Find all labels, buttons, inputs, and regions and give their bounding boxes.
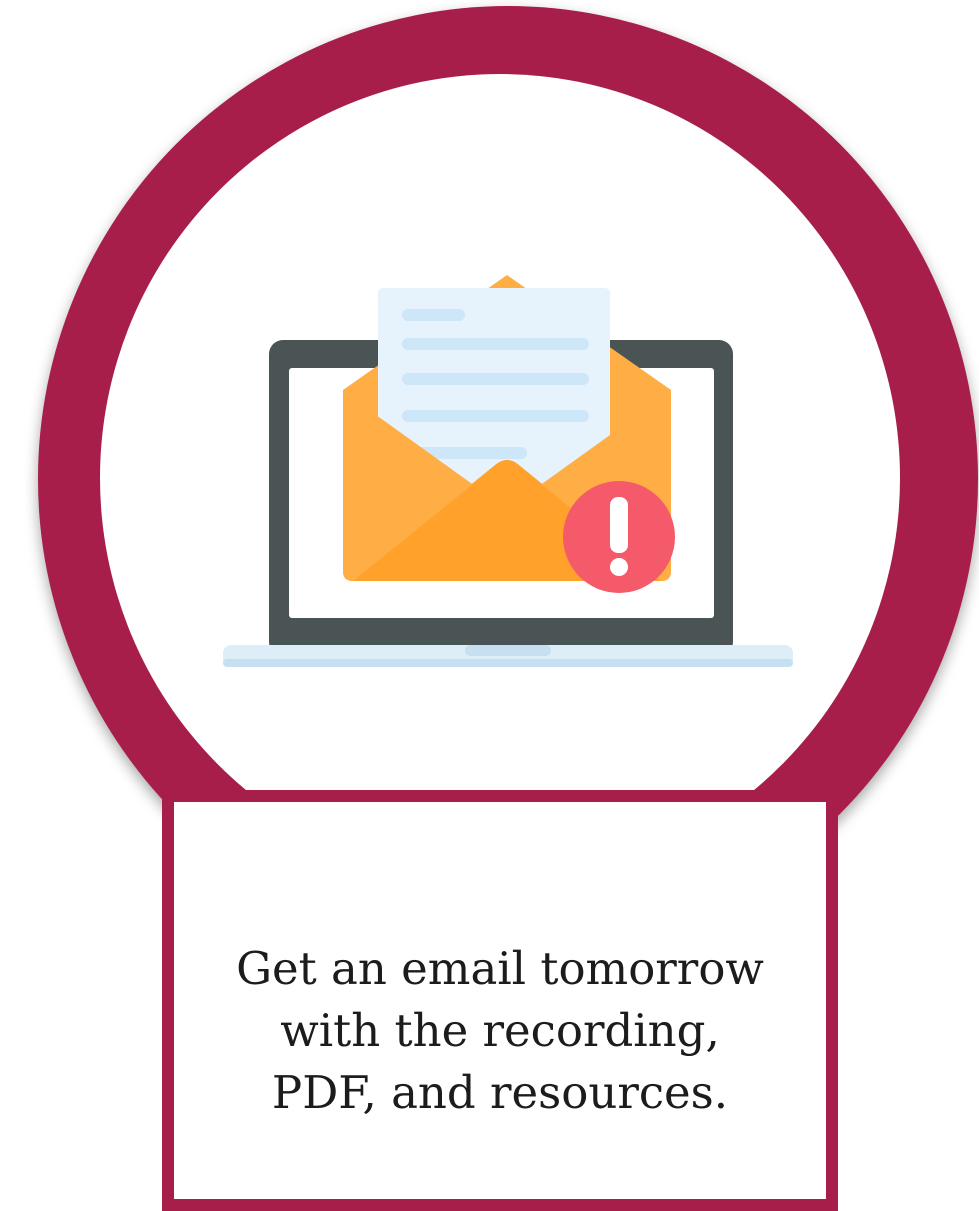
- caption-text: Get an email tomorrow with the recording…: [236, 938, 764, 1124]
- email-notice-graphic: Get an email tomorrow with the recording…: [0, 0, 979, 1211]
- caption-line: Get an email tomorrow: [236, 941, 764, 995]
- caption-frame: Get an email tomorrow with the recording…: [162, 790, 838, 1211]
- laptop-base: [223, 645, 793, 667]
- caption-line: PDF, and resources.: [271, 1065, 729, 1119]
- caption-panel: Get an email tomorrow with the recording…: [174, 802, 826, 1199]
- laptop-email-alert-icon: [223, 275, 793, 667]
- caption-line: with the recording,: [280, 1003, 720, 1057]
- alert-icon: [563, 481, 675, 593]
